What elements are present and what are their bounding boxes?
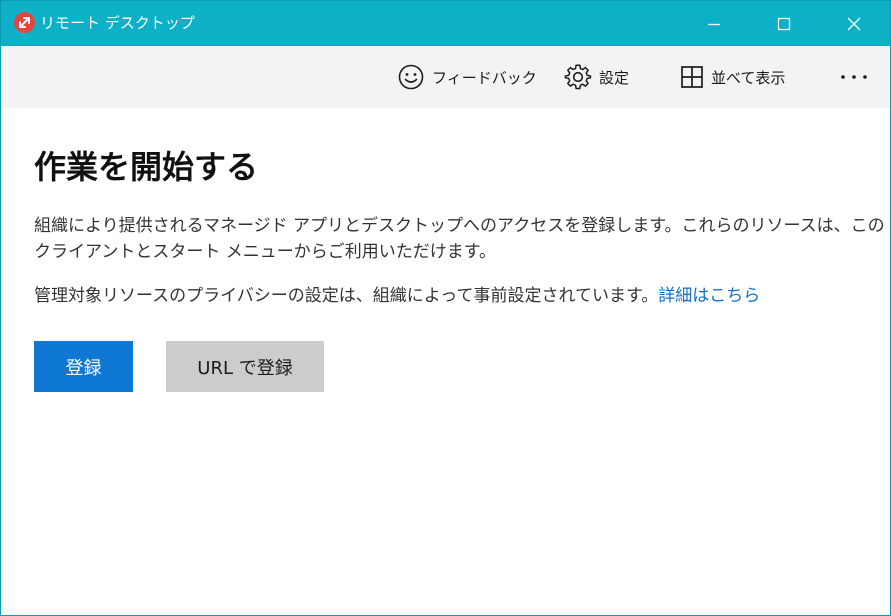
window-title: リモート デスクトップ [40,14,195,32]
maximize-button[interactable] [749,1,819,46]
subscribe-with-url-button[interactable]: URL で登録 [166,341,324,392]
settings-button[interactable]: 設定 [564,46,629,108]
close-icon [847,17,861,31]
more-options-button[interactable] [837,46,871,108]
tile-view-label: 並べて表示 [711,68,786,87]
title-bar[interactable]: リモート デスクトップ [1,1,890,46]
close-button[interactable] [819,1,889,46]
feedback-label: フィードバック [432,68,537,87]
remote-desktop-icon [14,12,35,33]
grid-icon [681,66,703,88]
description-line-2: クライアントとスタート メニューからご利用いただけます。 [34,242,497,262]
maximize-icon [777,17,791,31]
tile-view-button[interactable]: 並べて表示 [680,46,785,108]
privacy-statement: 管理対象リソースのプライバシーの設定は、組織によって事前設定されています。 [34,286,659,306]
gear-icon [564,64,592,90]
learn-more-link[interactable]: 詳細はこちら [658,286,760,306]
privacy-text: 管理対象リソースのプライバシーの設定は、組織によって事前設定されています。詳細は… [34,283,760,309]
page-title: 作業を開始する [34,148,259,186]
minimize-icon [708,23,720,26]
minimize-button[interactable] [679,1,749,46]
main-content: 作業を開始する 組織により提供されるマネージド アプリとデスクトップへのアクセス… [1,108,890,615]
description-text: 組織により提供されるマネージド アプリとデスクトップへのアクセスを登録します。こ… [34,213,885,265]
settings-label: 設定 [599,68,630,87]
smiley-icon [398,64,424,90]
remote-desktop-window: リモート デスクトップ フィードバック 設定 並べて表示 作業を開始する 組織に… [0,0,891,616]
feedback-button[interactable]: フィードバック [397,46,537,108]
description-line-1: 組織により提供されるマネージド アプリとデスクトップへのアクセスを登録します。こ… [34,216,885,236]
command-bar: フィードバック 設定 並べて表示 [1,46,890,108]
ellipsis-icon [841,75,867,79]
subscribe-button[interactable]: 登録 [34,341,133,392]
